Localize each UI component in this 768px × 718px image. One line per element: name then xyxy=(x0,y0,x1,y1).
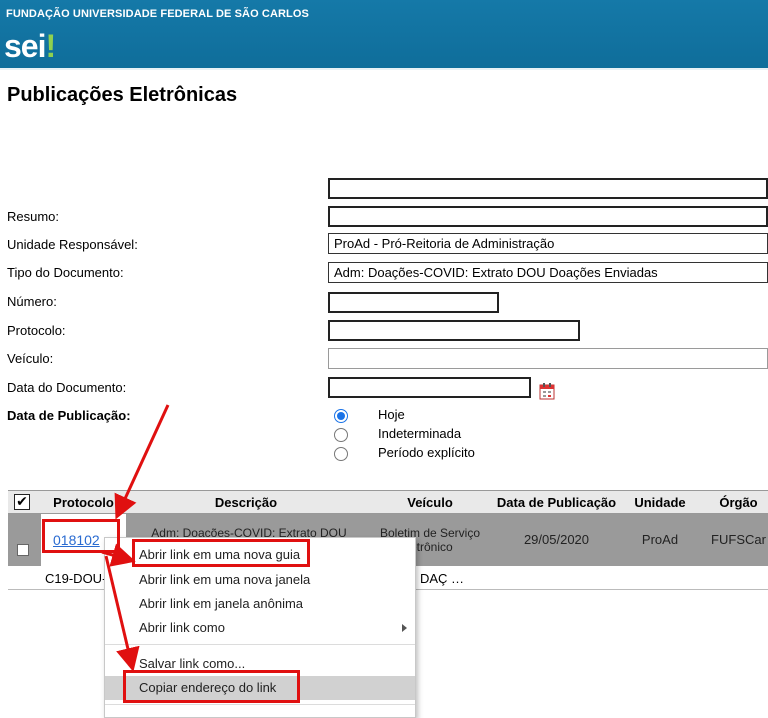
logo-accent: ! xyxy=(45,28,56,64)
menu-separator xyxy=(105,644,415,645)
tipo-documento-select[interactable]: Adm: Doações-COVID: Extrato DOU Doações … xyxy=(328,262,768,283)
unidade-label: Unidade Responsável: xyxy=(7,237,138,252)
numero-label: Número: xyxy=(7,294,57,309)
radio-hoje-label: Hoje xyxy=(378,407,405,422)
unidade-cell: ProAd xyxy=(641,532,679,547)
header-divider xyxy=(0,68,768,70)
radio-hoje[interactable] xyxy=(334,409,348,423)
resumo-label: Resumo: xyxy=(7,209,60,224)
annotation-box-copy-link xyxy=(123,670,300,703)
veiculo-label: Veículo: xyxy=(7,351,54,366)
col-header-unidade[interactable]: Unidade xyxy=(619,491,701,514)
page-title: Publicações Eletrônicas xyxy=(7,84,238,106)
resumo-input[interactable] xyxy=(328,206,768,227)
radio-periodo-explicito[interactable] xyxy=(334,447,348,461)
veiculo-select[interactable] xyxy=(328,348,768,369)
protocolo-input[interactable] xyxy=(328,320,580,341)
top-header: FUNDAÇÃO UNIVERSIDADE FEDERAL DE SÃO CAR… xyxy=(0,0,768,70)
select-all-checkbox[interactable]: ✔ xyxy=(14,494,30,510)
numero-input[interactable] xyxy=(328,292,499,313)
data-publicacao-cell: 29/05/2020 xyxy=(523,532,590,547)
sei-logo[interactable]: sei! xyxy=(4,28,56,65)
menu-item-open-incognito[interactable]: Abrir link em janela anônima xyxy=(105,592,415,616)
unidade-select[interactable]: ProAd - Pró-Reitoria de Administração xyxy=(328,233,768,254)
menu-item-open-link-as-label: Abrir link como xyxy=(139,620,225,635)
logo-text: sei xyxy=(4,28,46,64)
calendar-icon[interactable] xyxy=(539,383,555,400)
radio-periodo-explicito-label: Período explícito xyxy=(378,445,475,460)
col-header-descricao[interactable]: Descrição xyxy=(126,491,366,514)
annotation-box-new-tab xyxy=(132,539,310,567)
data-documento-label: Data do Documento: xyxy=(7,380,127,395)
col-header-orgao[interactable]: Órgão xyxy=(701,491,768,514)
protocolo-label: Protocolo: xyxy=(7,323,66,338)
orgao-cell: FUFSCar xyxy=(711,532,766,547)
organization-name: FUNDAÇÃO UNIVERSIDADE FEDERAL DE SÃO CAR… xyxy=(6,8,309,20)
data-publicacao-label: Data de Publicação: xyxy=(7,408,131,423)
row-checkbox[interactable] xyxy=(17,544,29,556)
tipo-documento-label: Tipo do Documento: xyxy=(7,265,124,280)
menu-item-open-link-as[interactable]: Abrir link como xyxy=(105,616,415,640)
menu-separator-bottom xyxy=(105,704,415,705)
col-header-data-publicacao[interactable]: Data de Publicação xyxy=(494,491,619,514)
menu-item-open-new-window[interactable]: Abrir link em uma nova janela xyxy=(105,568,415,592)
radio-indeterminada[interactable] xyxy=(334,428,348,442)
col-header-veiculo[interactable]: Veículo xyxy=(366,491,494,514)
top-search-input[interactable] xyxy=(328,178,768,199)
annotation-box-protocolo xyxy=(42,519,120,553)
subline-right-text: DAÇ … xyxy=(420,571,465,586)
radio-indeterminada-label: Indeterminada xyxy=(378,426,462,441)
subline-left-text: C19-DOU- xyxy=(45,571,107,586)
submenu-arrow-icon xyxy=(402,624,407,632)
results-table-header: ✔ Protocolo Descrição Veículo Data de Pu… xyxy=(8,490,768,514)
data-documento-input[interactable] xyxy=(328,377,531,398)
col-header-protocolo[interactable]: Protocolo xyxy=(41,491,126,514)
